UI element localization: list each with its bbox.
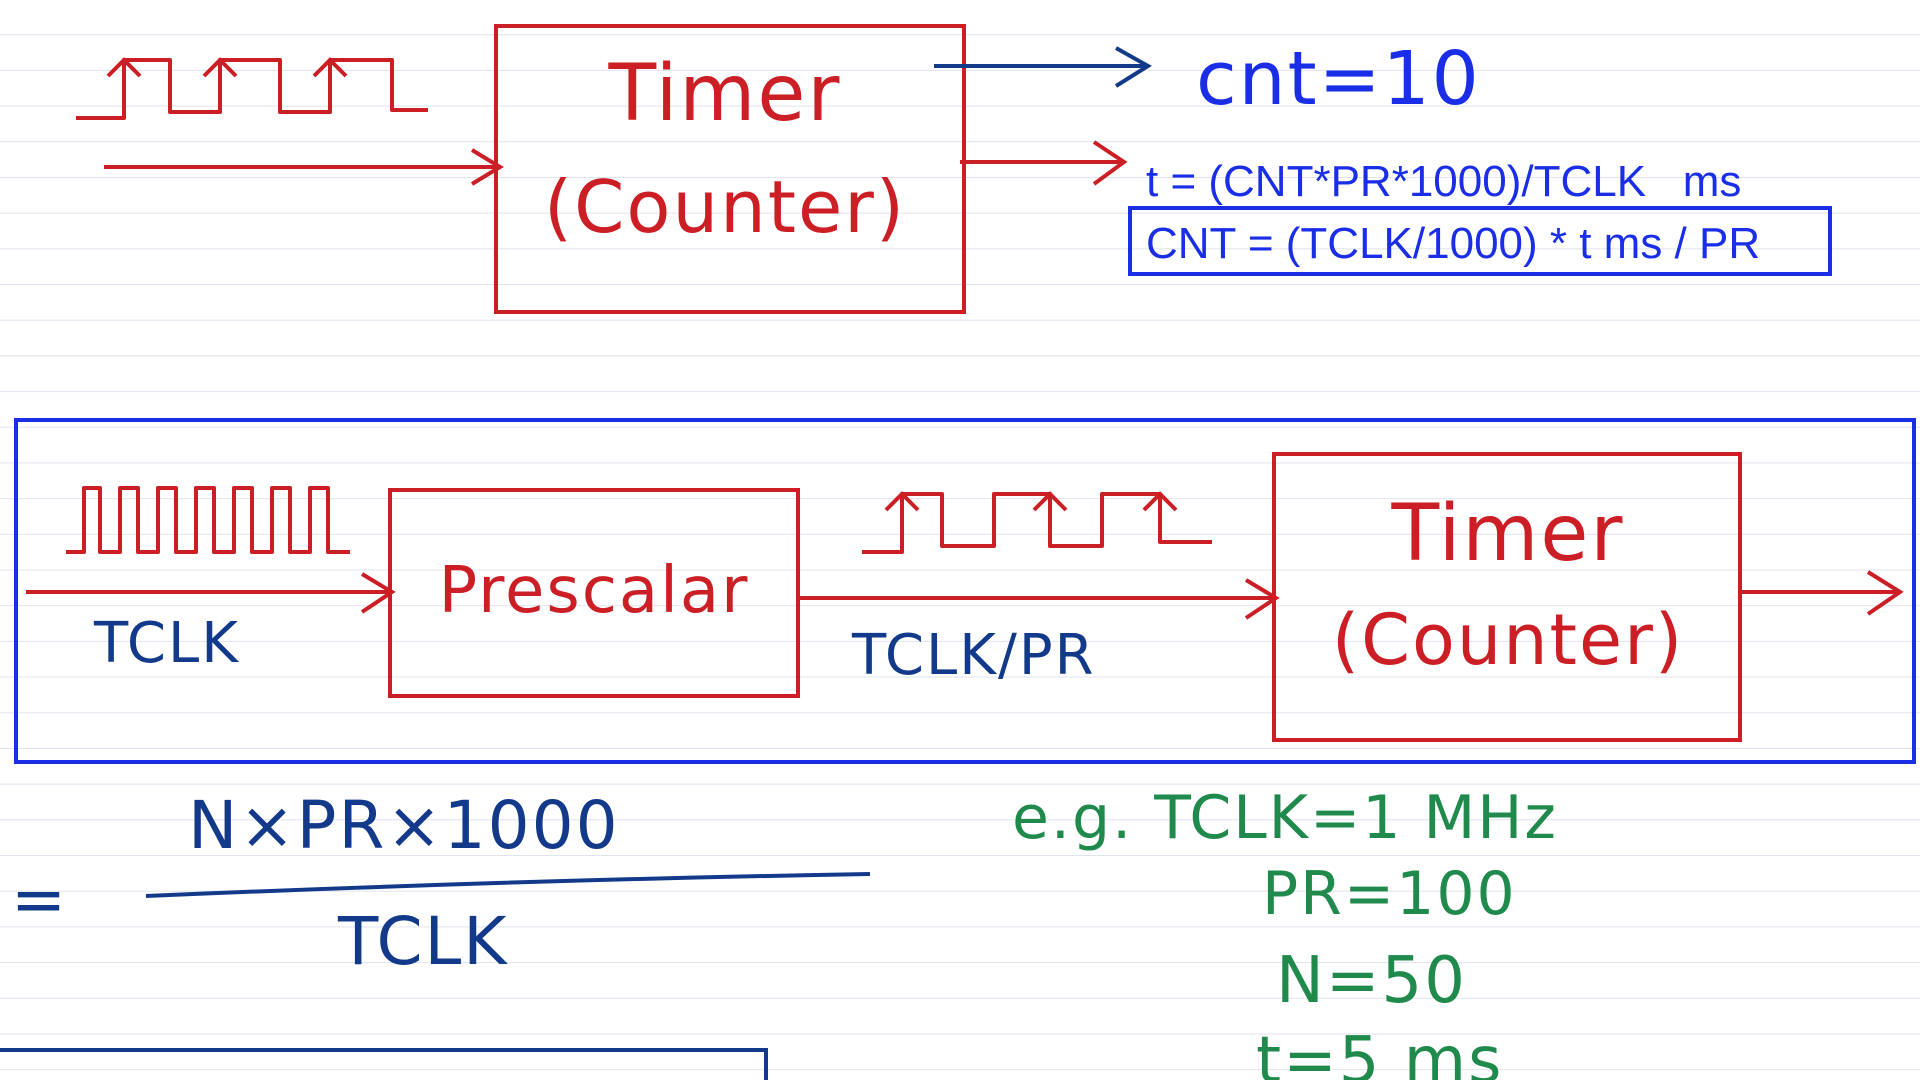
input-arrow-tclk [26, 572, 396, 614]
equation-denominator: TCLK [337, 903, 509, 980]
time-equation: t = N×PR×1000 TCLK [0, 787, 871, 980]
equation-numerator: N×PR×1000 [188, 787, 620, 864]
counter-label: (Counter) [544, 165, 906, 249]
middle-arrow [798, 578, 1280, 620]
example-line-1: e.g. TCLK=1 MHz [1012, 783, 1558, 853]
top-diagram: Timer (Counter) cnt=10 t = (CNT*PR*1000)… [76, 24, 1832, 314]
notebook-page: Timer (Counter) cnt=10 t = (CNT*PR*1000)… [0, 0, 1920, 1080]
example-line-2: PR=100 [1262, 859, 1517, 929]
formula-time: t = (CNT*PR*1000)/TCLK ms [1146, 157, 1741, 206]
timer-label-bottom: Timer [1391, 489, 1625, 579]
bottom-diagram: TCLK Prescalar TCLK/PR Timer (Counter) [14, 418, 1916, 764]
clock-waveform-slow-bottom [862, 492, 1212, 554]
handwritten-notes: Timer (Counter) cnt=10 t = (CNT*PR*1000)… [0, 24, 1916, 1080]
output-arrow-time [960, 140, 1128, 186]
cnt-label: cnt=10 [1196, 36, 1481, 122]
output-arrow-count [934, 46, 1152, 88]
fraction-bar [145, 872, 871, 898]
example-values: e.g. TCLK=1 MHz PR=100 N=50 t=5 ms [1012, 783, 1558, 1080]
clock-waveform-fast [66, 486, 350, 554]
output-arrow-bottom [1740, 570, 1904, 616]
tclk-pr-label: TCLK/PR [851, 623, 1096, 688]
input-arrow [104, 148, 504, 186]
timer-label: Timer [608, 49, 842, 139]
equation-lhs: t = [0, 861, 68, 938]
clock-waveform-slow [76, 58, 428, 120]
partial-box-bottom [0, 1048, 768, 1080]
example-line-3: N=50 [1276, 944, 1467, 1018]
tclk-label: TCLK [93, 611, 240, 676]
prescalar-label: Prescalar [439, 554, 750, 628]
example-line-4: t=5 ms [1256, 1024, 1503, 1080]
counter-label-bottom: (Counter) [1332, 599, 1684, 681]
formula-cnt: CNT = (TCLK/1000) * t ms / PR [1146, 219, 1760, 268]
